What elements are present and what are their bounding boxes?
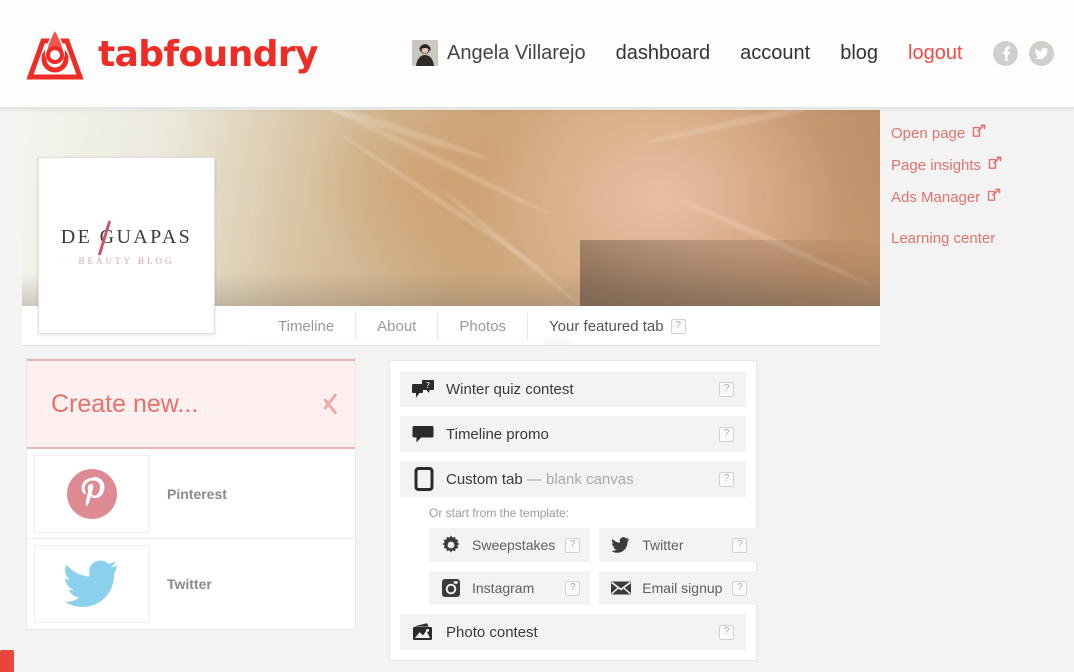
chevron-left-icon[interactable]: [316, 390, 333, 418]
help-icon[interactable]: ?: [719, 624, 734, 640]
create-item-label: Pinterest: [167, 485, 227, 502]
tab-type-label: Photo contest: [446, 623, 538, 641]
tab-type-custom-tab[interactable]: Custom tab — blank canvas ?: [400, 461, 746, 497]
sidebar-link-label: Page insights: [891, 156, 982, 174]
twitter-icon: [34, 545, 149, 623]
create-new-title: Create new...: [51, 389, 199, 418]
instagram-camera-icon: [439, 578, 462, 598]
sidebar-link-page-insights[interactable]: Page insights: [891, 156, 1061, 174]
create-item-pinterest[interactable]: Pinterest: [27, 449, 355, 539]
external-link-icon: [987, 188, 1001, 206]
help-icon[interactable]: ?: [719, 471, 734, 487]
create-new-panel: Create new... Pinterest Twitter: [26, 358, 356, 630]
page-tab-timeline[interactable]: Timeline: [257, 313, 357, 339]
sidebar-link-label: Learning center: [891, 230, 996, 247]
external-link-icon: [972, 124, 986, 142]
nav-account[interactable]: account: [740, 42, 810, 65]
nav-user[interactable]: Angela Villarejo: [412, 40, 586, 66]
external-link-icon: [988, 156, 1002, 174]
svg-text:?: ?: [426, 381, 430, 390]
create-item-label: Twitter: [167, 576, 212, 592]
twitter-icon[interactable]: [1028, 40, 1054, 66]
photo-stack-icon: [412, 622, 435, 642]
site-header: tabfoundry Angela Villarejo dashboard ac…: [0, 0, 1074, 108]
tab-type-panel: ? Winter quiz contest ? Timeline promo ?…: [389, 360, 758, 661]
nav-dashboard[interactable]: dashboard: [616, 42, 711, 65]
tab-type-timeline-promo[interactable]: Timeline promo ?: [400, 416, 746, 452]
template-instagram[interactable]: Instagram ?: [429, 571, 591, 605]
main-navigation: Angela Villarejo dashboard account blog …: [412, 40, 1054, 66]
create-item-twitter[interactable]: Twitter: [27, 539, 355, 629]
page-tab-label: Timeline: [278, 317, 335, 335]
facebook-icon[interactable]: [992, 40, 1018, 66]
twitter-bird-icon: [609, 536, 632, 554]
help-icon[interactable]: ?: [719, 381, 734, 397]
sidebar-link-open-page[interactable]: Open page: [891, 124, 1061, 142]
user-avatar: [412, 40, 438, 66]
template-section-heading: Or start from the template:: [429, 506, 570, 520]
page-selector-dropdown[interactable]: De Guapas: [249, 338, 569, 345]
flame-drop-logo-icon: [26, 27, 84, 81]
sidebar-link-ads-manager[interactable]: Ads Manager: [891, 188, 1061, 206]
quiz-bubble-icon: ?: [412, 379, 435, 399]
page-selector-value: De Guapas: [250, 343, 542, 345]
speech-bubble-icon: [412, 424, 435, 444]
page-profile-logo[interactable]: DE GUAPAS BEAUTY BLOG: [38, 157, 215, 334]
header-social-links: [992, 40, 1054, 66]
chevron-down-icon[interactable]: [542, 339, 568, 345]
page-logo-sub-text: BEAUTY BLOG: [78, 255, 175, 266]
help-icon[interactable]: ?: [719, 426, 734, 442]
tab-type-label-muted: — blank canvas: [526, 470, 634, 488]
nav-blog[interactable]: blog: [840, 42, 878, 65]
blank-rectangle-icon: [412, 467, 435, 491]
template-grid: Sweepstakes ? Twitter ? Instagram ? Emai…: [400, 528, 758, 605]
page-tab-label: About: [377, 317, 417, 335]
help-icon[interactable]: ?: [732, 580, 748, 596]
template-label: Twitter: [642, 537, 684, 553]
page-tab-label: Your featured tab: [549, 317, 664, 335]
page-actions-sidebar: Open page Page insights Ads Manager Lear…: [891, 124, 1061, 261]
envelope-icon: [609, 580, 632, 596]
template-label: Instagram: [472, 580, 535, 596]
tab-type-photo-contest[interactable]: Photo contest ?: [400, 614, 746, 650]
nav-user-name: Angela Villarejo: [447, 41, 586, 64]
facebook-page-preview-card: DE GUAPAS BEAUTY BLOG De Guapas Timeline…: [22, 110, 880, 346]
help-icon[interactable]: ?: [732, 537, 748, 553]
template-label: Sweepstakes: [472, 537, 556, 553]
sidebar-link-learning-center[interactable]: Learning center: [891, 230, 1061, 247]
gear-star-icon: [439, 535, 462, 555]
tab-type-label: Timeline promo: [446, 425, 549, 443]
create-new-header[interactable]: Create new...: [27, 359, 355, 449]
sidebar-link-label: Open page: [891, 124, 966, 142]
help-icon[interactable]: ?: [565, 537, 581, 553]
template-sweepstakes[interactable]: Sweepstakes ?: [429, 528, 591, 562]
brand-name: tabfoundry: [98, 33, 319, 75]
pinterest-icon: [34, 454, 149, 533]
brand-logo[interactable]: tabfoundry: [26, 27, 319, 81]
page-logo-primary-text: DE GUAPAS: [60, 225, 193, 248]
bottom-left-badge[interactable]: [0, 650, 14, 672]
sidebar-link-label: Ads Manager: [891, 188, 981, 206]
nav-logout[interactable]: logout: [908, 42, 963, 65]
tab-type-label: Custom tab — blank canvas: [446, 471, 708, 488]
page-tab-label: Photos: [459, 317, 507, 335]
tab-type-label-main: Custom tab: [446, 470, 523, 488]
help-icon[interactable]: ?: [565, 580, 581, 596]
template-label: Email signup: [642, 580, 723, 596]
template-email-signup[interactable]: Email signup ?: [599, 571, 758, 605]
page-tab-your-featured-tab[interactable]: Your featured tab ?: [528, 313, 707, 339]
tab-type-winter-quiz-contest[interactable]: ? Winter quiz contest ?: [400, 371, 746, 407]
tab-type-label: Winter quiz contest: [446, 380, 574, 398]
help-icon[interactable]: ?: [670, 318, 686, 334]
template-twitter[interactable]: Twitter ?: [599, 528, 758, 562]
page-tab-photos[interactable]: Photos: [438, 313, 529, 339]
page-tab-about[interactable]: About: [356, 313, 439, 339]
